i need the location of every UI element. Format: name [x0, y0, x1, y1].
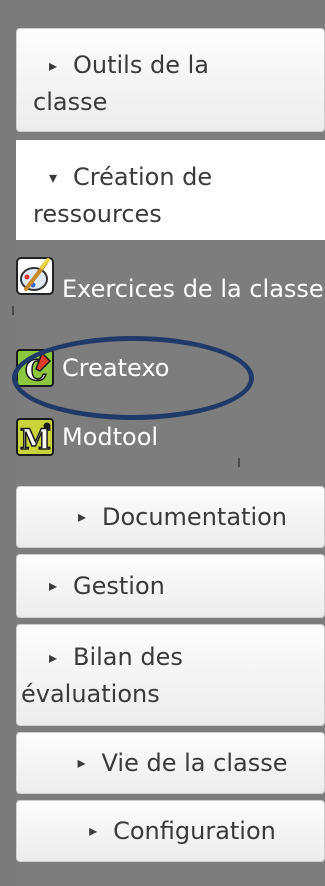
caret-right-icon: ▸ — [48, 576, 58, 595]
caret-right-icon: ▸ — [77, 507, 86, 526]
section-label-line1: Création de — [73, 163, 213, 191]
caret-right-icon: ▸ — [48, 56, 58, 75]
divider-tick — [238, 458, 240, 467]
menu-section-documentation[interactable]: ▸ Documentation — [16, 486, 325, 548]
menu-section-outils-de-la-classe[interactable]: ▸ Outils de la classe — [16, 28, 325, 132]
menu-section-creation-de-ressources[interactable]: ▾ Création de ressources — [16, 140, 325, 240]
section-label-line2: ressources — [33, 200, 162, 228]
caret-right-icon: ▸ — [89, 821, 98, 840]
left-gutter — [0, 0, 16, 886]
side-menu-bottom: ▸ Documentation ▸ Gestion ▸ Bilan des évalu… — [16, 486, 325, 886]
menu-section-bilan-des-evaluations[interactable]: ▸ Bilan des évaluations — [16, 624, 325, 726]
modtool-m-icon: M — [16, 418, 54, 456]
menu-section-vie-de-la-classe[interactable]: ▸ Vie de la classe — [16, 732, 325, 794]
section-label-line2: évaluations — [21, 680, 160, 708]
submenu-label: Exercices de la classe — [62, 275, 324, 303]
divider-tick — [12, 306, 14, 315]
section-label: Vie de la classe — [101, 749, 288, 777]
submenu-label: Modtool — [62, 423, 159, 451]
menu-section-gestion[interactable]: ▸ Gestion — [16, 554, 325, 618]
caret-right-icon: ▸ — [48, 648, 58, 667]
caret-right-icon: ▸ — [77, 753, 86, 772]
section-label: Documentation — [101, 503, 287, 531]
section-label: Configuration — [113, 817, 276, 845]
section-label-line2: classe — [33, 88, 108, 116]
submenu-item-exercices-de-la-classe[interactable]: Exercices de la classe — [16, 252, 324, 303]
highlight-ellipse — [12, 336, 254, 420]
caret-down-icon: ▾ — [48, 168, 58, 187]
palette-brush-icon — [16, 257, 54, 295]
section-label: Gestion — [73, 572, 165, 600]
section-label-line1: Bilan des — [73, 643, 183, 671]
section-label-line1: Outils de la — [73, 51, 209, 79]
menu-section-configuration[interactable]: ▸ Configuration — [16, 800, 325, 862]
